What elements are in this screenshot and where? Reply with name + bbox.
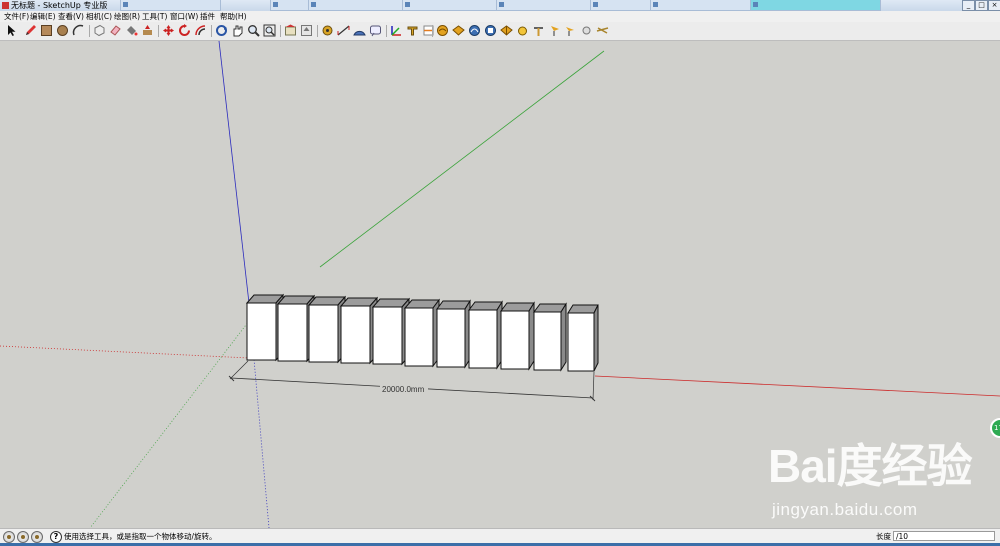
toolbar-separator [280, 25, 281, 37]
eraser-tool-icon[interactable] [109, 24, 122, 37]
toolbar-separator [386, 25, 387, 37]
make-component-tool-icon[interactable] [93, 24, 106, 37]
rectangle-tool-icon[interactable] [40, 24, 53, 37]
pencil-tool-icon[interactable] [24, 24, 37, 37]
pan-tool-icon[interactable] [231, 24, 244, 37]
menu-draw[interactable]: 绘图(R) [114, 11, 140, 22]
measurements-label: 长度 [876, 532, 891, 541]
red-axis-dotted [0, 345, 250, 359]
toolbar-separator [211, 25, 212, 37]
menu-view[interactable]: 查看(V) [58, 11, 84, 22]
taskbar-item[interactable] [402, 0, 503, 11]
watermark-logo: Bai度经验 [768, 440, 973, 492]
menu-file[interactable]: 文件(F) [4, 11, 29, 22]
paint-bucket-tool-icon[interactable] [125, 24, 138, 37]
taskbar-item[interactable] [496, 0, 597, 11]
rotate-tool-icon[interactable] [178, 24, 191, 37]
walk-tool-icon[interactable] [548, 24, 561, 37]
menu-window[interactable]: 窗口(W) [170, 11, 198, 22]
orbit-tool-icon[interactable] [215, 24, 228, 37]
blue-axis-line [218, 41, 250, 304]
window-title: 无标题 - SketchUp 专业版 [2, 0, 107, 11]
select-tool-icon[interactable] [5, 24, 18, 37]
red-axis-line [594, 375, 1000, 397]
stamp-tool-icon[interactable] [484, 24, 497, 37]
green-axis-dotted [89, 320, 250, 528]
section-plane-tool-icon[interactable] [422, 24, 435, 37]
offset-tool-icon[interactable] [194, 24, 207, 37]
toolbar-separator [89, 25, 90, 37]
3d-text-tool-icon[interactable] [406, 24, 419, 37]
axes-tool-icon[interactable] [390, 24, 403, 37]
minimize-button[interactable]: _ [962, 0, 975, 11]
help-icon[interactable]: ? [50, 531, 62, 543]
box-11[interactable] [567, 304, 599, 372]
box-3[interactable] [307, 295, 347, 364]
window-title-text: 无标题 - SketchUp 专业版 [11, 1, 108, 10]
toolbar [0, 22, 1000, 41]
arc-tool-icon[interactable] [72, 24, 85, 37]
sandbox-from-scratch-tool-icon[interactable] [452, 24, 465, 37]
menu-help[interactable]: 帮助(H) [220, 11, 247, 22]
box-5[interactable] [371, 297, 411, 366]
status-bar: ? 使用选择工具，或是指取一个物体移动/旋转。 长度 /10 [0, 528, 1000, 544]
dimension-tool-icon[interactable] [337, 24, 350, 37]
push-pull-tool-icon[interactable] [141, 24, 154, 37]
window-controls: _ □ × [962, 0, 1000, 11]
baidu-jingyan-watermark: Bai度经验 jingyan.baidu.com [768, 438, 973, 528]
interact-tool-icon[interactable] [596, 24, 609, 37]
drape-tool-icon[interactable] [500, 24, 513, 37]
smoove-tool-icon[interactable] [468, 24, 481, 37]
credits-icon[interactable] [17, 531, 29, 543]
menu-tools[interactable]: 工具(T) [142, 11, 167, 22]
circle-tool-icon[interactable] [56, 24, 69, 37]
box-9[interactable] [500, 301, 535, 371]
signin-icon[interactable] [31, 531, 43, 543]
add-detail-tool-icon[interactable] [516, 24, 529, 37]
tape-measure-tool-icon[interactable] [321, 24, 334, 37]
sandbox-from-contours-tool-icon[interactable] [436, 24, 449, 37]
box-6[interactable] [403, 298, 440, 368]
geo-location-icon[interactable] [3, 531, 15, 543]
zoom-tool-icon[interactable] [247, 24, 260, 37]
box-4[interactable] [339, 296, 379, 365]
toolbar-separator [317, 25, 318, 37]
taskbar-item[interactable] [308, 0, 409, 11]
position-camera-tool-icon[interactable] [564, 24, 577, 37]
flip-edge-tool-icon[interactable] [532, 24, 545, 37]
taskbar-item[interactable] [120, 0, 221, 11]
sketchup-app-icon [2, 2, 9, 9]
zoom-extents-tool-icon[interactable] [263, 24, 276, 37]
status-hint: 使用选择工具，或是指取一个物体移动/旋转。 [64, 532, 217, 541]
maximize-button[interactable]: □ [975, 0, 988, 11]
menu-plugins[interactable]: 插件 [200, 11, 215, 22]
toolbar-separator [432, 25, 433, 37]
protractor-tool-icon[interactable] [353, 24, 366, 37]
component-upload-tool-icon[interactable] [300, 24, 313, 37]
taskbar-item[interactable] [650, 0, 751, 11]
close-button[interactable]: × [988, 0, 1000, 11]
toolbar-separator [158, 25, 159, 37]
taskbar-item-active[interactable] [750, 0, 881, 11]
look-around-tool-icon[interactable] [580, 24, 593, 37]
measurements-input[interactable]: /10 [893, 531, 995, 541]
dimension-label: 20000.0mm [382, 385, 425, 394]
green-axis-line [319, 50, 605, 268]
menu-edit[interactable]: 编辑(E) [30, 11, 56, 22]
menu-camera[interactable]: 相机(C) [86, 11, 112, 22]
box-10[interactable] [533, 302, 567, 372]
watermark-url: jingyan.baidu.com [772, 500, 918, 519]
box-7[interactable] [436, 299, 471, 369]
taskbar [120, 0, 960, 11]
box-8[interactable] [468, 300, 503, 370]
3d-warehouse-tool-icon[interactable] [284, 24, 297, 37]
move-tool-icon[interactable] [162, 24, 175, 37]
text-tool-icon[interactable] [369, 24, 382, 37]
